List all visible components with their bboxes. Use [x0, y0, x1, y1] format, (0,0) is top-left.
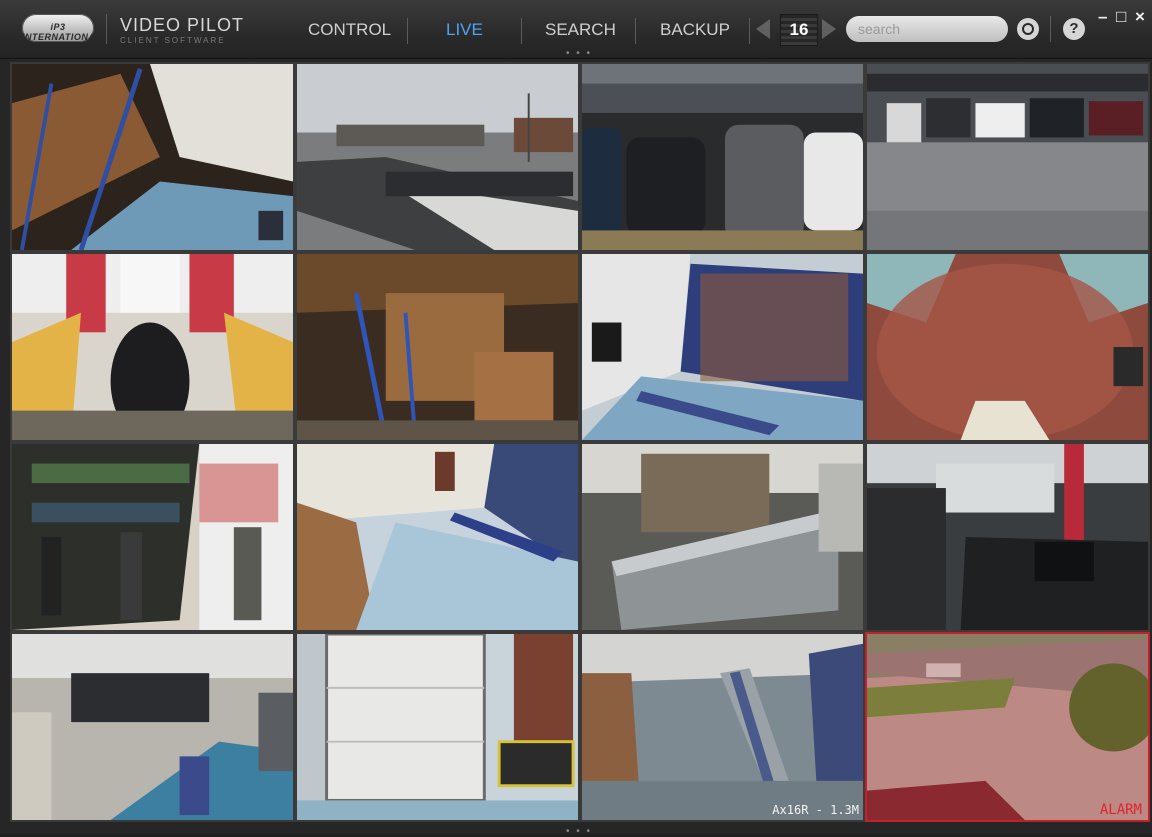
search-input[interactable]	[846, 16, 1008, 42]
nav-search[interactable]: SEARCH	[545, 20, 616, 40]
app-title: VIDEO PILOT	[120, 15, 245, 35]
next-page-arrow-icon[interactable]	[822, 19, 836, 39]
nav-backup[interactable]: BACKUP	[660, 20, 730, 40]
camera-feed	[867, 634, 1148, 820]
camera-tile[interactable]	[580, 62, 865, 252]
target-icon[interactable]	[1017, 18, 1039, 40]
camera-feed	[297, 444, 578, 630]
camera-tile[interactable]	[580, 442, 865, 632]
camera-tile[interactable]	[580, 252, 865, 442]
close-icon[interactable]: ×	[1135, 8, 1145, 25]
nav-divider	[635, 18, 636, 44]
help-icon[interactable]: ?	[1063, 18, 1085, 40]
camera-tile[interactable]	[865, 442, 1150, 632]
camera-tile[interactable]	[865, 252, 1150, 442]
camera-feed	[297, 64, 578, 250]
camera-tile[interactable]: Ax16R - 1.3M	[580, 632, 865, 822]
camera-tile[interactable]	[295, 62, 580, 252]
app-subtitle: CLIENT SOFTWARE	[120, 36, 226, 45]
app-logo: iP3 INTERNATIONAL	[22, 14, 101, 42]
bottom-handle[interactable]: • • •	[566, 826, 592, 837]
camera-feed	[582, 634, 863, 820]
camera-label: Ax16R - 1.3M	[772, 803, 859, 817]
camera-tile[interactable]	[10, 632, 295, 822]
nav-divider	[407, 18, 408, 44]
layout-count[interactable]: 16	[780, 14, 818, 46]
camera-feed	[297, 254, 578, 440]
camera-feed	[582, 444, 863, 630]
previous-page-arrow-icon[interactable]	[756, 19, 770, 39]
top-toolbar: iP3 INTERNATIONAL VIDEO PILOT CLIENT SOF…	[0, 0, 1152, 59]
camera-tile-alarm[interactable]: ALARM	[865, 632, 1150, 822]
nav-divider	[521, 18, 522, 44]
camera-tile[interactable]	[10, 252, 295, 442]
camera-feed	[867, 254, 1148, 440]
alarm-label: ALARM	[1099, 802, 1142, 818]
camera-feed	[867, 444, 1148, 630]
divider	[106, 14, 107, 44]
video-pilot-window: iP3 INTERNATIONAL VIDEO PILOT CLIENT SOF…	[0, 0, 1152, 837]
camera-grid: Ax16R - 1.3M ALARM	[10, 62, 1150, 828]
camera-feed	[12, 64, 293, 250]
camera-tile[interactable]	[865, 62, 1150, 252]
camera-feed	[12, 444, 293, 630]
toolbar-handle[interactable]: • • •	[566, 48, 592, 59]
target-icon-center	[1022, 23, 1034, 35]
camera-tile[interactable]	[10, 442, 295, 632]
camera-feed	[297, 634, 578, 820]
nav-live[interactable]: LIVE	[446, 20, 483, 40]
nav-divider	[749, 18, 750, 44]
maximize-icon[interactable]: □	[1116, 8, 1126, 25]
nav-control[interactable]: CONTROL	[308, 20, 391, 40]
camera-tile[interactable]	[295, 632, 580, 822]
camera-feed	[12, 254, 293, 440]
camera-tile[interactable]	[10, 62, 295, 252]
divider	[1050, 16, 1051, 42]
camera-feed	[867, 64, 1148, 250]
camera-tile[interactable]	[295, 442, 580, 632]
camera-feed	[12, 634, 293, 820]
camera-feed	[582, 254, 863, 440]
minimize-icon[interactable]: –	[1098, 8, 1107, 25]
camera-feed	[582, 64, 863, 250]
camera-tile[interactable]	[295, 252, 580, 442]
